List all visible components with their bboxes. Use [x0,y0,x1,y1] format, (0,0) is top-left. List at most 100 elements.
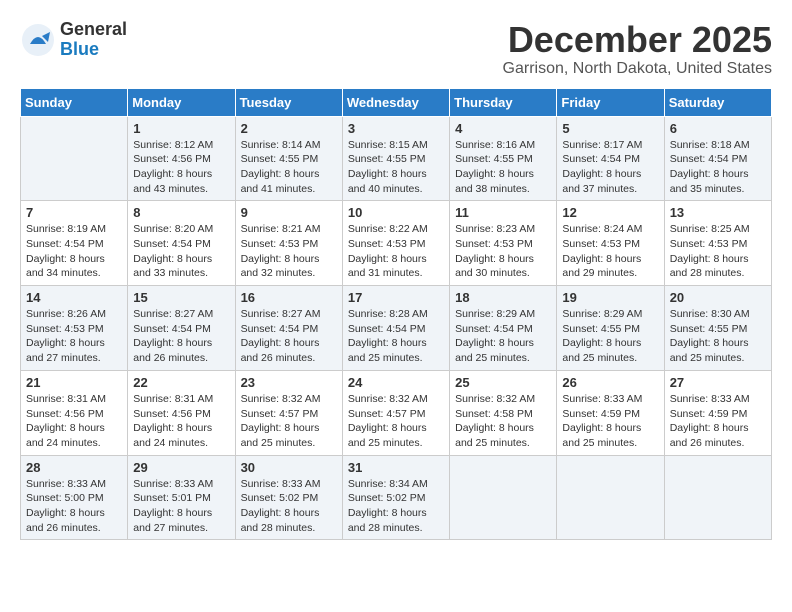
day-number: 13 [670,205,766,220]
day-info: Sunrise: 8:33 AMSunset: 5:01 PMDaylight:… [133,477,229,536]
calendar-cell: 13 Sunrise: 8:25 AMSunset: 4:53 PMDayligh… [664,201,771,286]
calendar-week-2: 7Sunrise: 8:19 AMSunset: 4:54 PMDaylight… [21,201,772,286]
day-number: 21 [26,375,122,390]
calendar-cell: 8Sunrise: 8:20 AMSunset: 4:54 PMDaylight… [128,201,235,286]
calendar-cell: 4 Sunrise: 8:16 AMSunset: 4:55 PMDaylight… [450,116,557,201]
day-number: 18 [455,290,551,305]
day-info: Sunrise: 8:33 AMSunset: 5:02 PMDaylight:… [241,477,337,536]
day-number: 28 [26,460,122,475]
day-number: 20 [670,290,766,305]
day-info: Sunrise: 8:33 AMSunset: 4:59 PMDaylight:… [562,392,658,451]
calendar-header-thursday: Thursday [450,88,557,116]
logo-blue: Blue [60,40,127,60]
calendar-cell: 11 Sunrise: 8:23 AMSunset: 4:53 PMDayligh… [450,201,557,286]
day-info: Sunrise: 8:12 AMSunset: 4:56 PMDaylight:… [133,138,229,197]
calendar-cell: 24Sunrise: 8:32 AMSunset: 4:57 PMDayligh… [342,370,449,455]
calendar-cell: 21Sunrise: 8:31 AMSunset: 4:56 PMDayligh… [21,370,128,455]
calendar-cell: 5 Sunrise: 8:17 AMSunset: 4:54 PMDaylight… [557,116,664,201]
day-number: 15 [133,290,229,305]
day-info: Sunrise: 8:21 AMSunset: 4:53 PMDaylight:… [241,222,337,281]
day-info: Sunrise: 8:34 AMSunset: 5:02 PMDaylight:… [348,477,444,536]
day-number: 16 [241,290,337,305]
day-info: Sunrise: 8:32 AMSunset: 4:58 PMDaylight:… [455,392,551,451]
day-number: 19 [562,290,658,305]
day-number: 7 [26,205,122,220]
day-info: Sunrise: 8:24 AMSunset: 4:53 PMDaylight:… [562,222,658,281]
day-info: Sunrise: 8:30 AMSunset: 4:55 PMDaylight:… [670,307,766,366]
calendar-cell: 10Sunrise: 8:22 AMSunset: 4:53 PMDayligh… [342,201,449,286]
calendar-cell [21,116,128,201]
day-number: 10 [348,205,444,220]
calendar-cell: 12 Sunrise: 8:24 AMSunset: 4:53 PMDayligh… [557,201,664,286]
day-info: Sunrise: 8:14 AMSunset: 4:55 PMDaylight:… [241,138,337,197]
calendar-cell [664,455,771,540]
day-info: Sunrise: 8:29 AMSunset: 4:55 PMDaylight:… [562,307,658,366]
calendar-cell: 18 Sunrise: 8:29 AMSunset: 4:54 PMDayligh… [450,286,557,371]
calendar-cell: 25 Sunrise: 8:32 AMSunset: 4:58 PMDayligh… [450,370,557,455]
day-number: 6 [670,121,766,136]
calendar-cell: 26 Sunrise: 8:33 AMSunset: 4:59 PMDayligh… [557,370,664,455]
calendar-cell: 16 Sunrise: 8:27 AMSunset: 4:54 PMDayligh… [235,286,342,371]
calendar-header-wednesday: Wednesday [342,88,449,116]
month-title: December 2025 [503,20,772,60]
day-info: Sunrise: 8:28 AMSunset: 4:54 PMDaylight:… [348,307,444,366]
calendar-cell: 14 Sunrise: 8:26 AMSunset: 4:53 PMDayligh… [21,286,128,371]
calendar-cell: 30 Sunrise: 8:33 AMSunset: 5:02 PMDayligh… [235,455,342,540]
day-number: 12 [562,205,658,220]
day-number: 17 [348,290,444,305]
day-info: Sunrise: 8:33 AMSunset: 5:00 PMDaylight:… [26,477,122,536]
calendar-cell: 9Sunrise: 8:21 AMSunset: 4:53 PMDaylight… [235,201,342,286]
calendar-cell: 7Sunrise: 8:19 AMSunset: 4:54 PMDaylight… [21,201,128,286]
day-number: 23 [241,375,337,390]
calendar-cell: 3 Sunrise: 8:15 AMSunset: 4:55 PMDaylight… [342,116,449,201]
day-number: 4 [455,121,551,136]
calendar-cell: 2 Sunrise: 8:14 AMSunset: 4:55 PMDaylight… [235,116,342,201]
day-info: Sunrise: 8:27 AMSunset: 4:54 PMDaylight:… [241,307,337,366]
calendar-cell: 23Sunrise: 8:32 AMSunset: 4:57 PMDayligh… [235,370,342,455]
day-info: Sunrise: 8:27 AMSunset: 4:54 PMDaylight:… [133,307,229,366]
day-info: Sunrise: 8:18 AMSunset: 4:54 PMDaylight:… [670,138,766,197]
page-header: General Blue December 2025 Garrison, Nor… [20,20,772,78]
day-info: Sunrise: 8:31 AMSunset: 4:56 PMDaylight:… [133,392,229,451]
day-info: Sunrise: 8:26 AMSunset: 4:53 PMDaylight:… [26,307,122,366]
calendar-cell [450,455,557,540]
day-info: Sunrise: 8:25 AMSunset: 4:53 PMDaylight:… [670,222,766,281]
day-info: Sunrise: 8:29 AMSunset: 4:54 PMDaylight:… [455,307,551,366]
day-number: 14 [26,290,122,305]
day-number: 11 [455,205,551,220]
calendar-cell: 29 Sunrise: 8:33 AMSunset: 5:01 PMDayligh… [128,455,235,540]
day-info: Sunrise: 8:33 AMSunset: 4:59 PMDaylight:… [670,392,766,451]
day-info: Sunrise: 8:15 AMSunset: 4:55 PMDaylight:… [348,138,444,197]
calendar-cell [557,455,664,540]
calendar-cell: 17 Sunrise: 8:28 AMSunset: 4:54 PMDayligh… [342,286,449,371]
day-info: Sunrise: 8:16 AMSunset: 4:55 PMDaylight:… [455,138,551,197]
day-number: 24 [348,375,444,390]
calendar-cell: 22Sunrise: 8:31 AMSunset: 4:56 PMDayligh… [128,370,235,455]
calendar-cell: 6 Sunrise: 8:18 AMSunset: 4:54 PMDaylight… [664,116,771,201]
calendar-header-monday: Monday [128,88,235,116]
calendar-week-1: 1 Sunrise: 8:12 AMSunset: 4:56 PMDaylight… [21,116,772,201]
calendar-cell: 27 Sunrise: 8:33 AMSunset: 4:59 PMDayligh… [664,370,771,455]
day-number: 25 [455,375,551,390]
calendar-header-row: SundayMondayTuesdayWednesdayThursdayFrid… [21,88,772,116]
day-number: 29 [133,460,229,475]
day-number: 3 [348,121,444,136]
day-number: 5 [562,121,658,136]
calendar-cell: 28 Sunrise: 8:33 AMSunset: 5:00 PMDayligh… [21,455,128,540]
day-info: Sunrise: 8:20 AMSunset: 4:54 PMDaylight:… [133,222,229,281]
day-info: Sunrise: 8:17 AMSunset: 4:54 PMDaylight:… [562,138,658,197]
calendar-header-saturday: Saturday [664,88,771,116]
day-info: Sunrise: 8:23 AMSunset: 4:53 PMDaylight:… [455,222,551,281]
day-number: 1 [133,121,229,136]
day-number: 30 [241,460,337,475]
calendar-header-sunday: Sunday [21,88,128,116]
calendar-cell: 15 Sunrise: 8:27 AMSunset: 4:54 PMDayligh… [128,286,235,371]
day-number: 31 [348,460,444,475]
calendar-table: SundayMondayTuesdayWednesdayThursdayFrid… [20,88,772,541]
calendar-header-friday: Friday [557,88,664,116]
day-number: 27 [670,375,766,390]
calendar-week-3: 14 Sunrise: 8:26 AMSunset: 4:53 PMDayligh… [21,286,772,371]
day-number: 2 [241,121,337,136]
day-number: 26 [562,375,658,390]
title-block: December 2025 Garrison, North Dakota, Un… [503,20,772,78]
